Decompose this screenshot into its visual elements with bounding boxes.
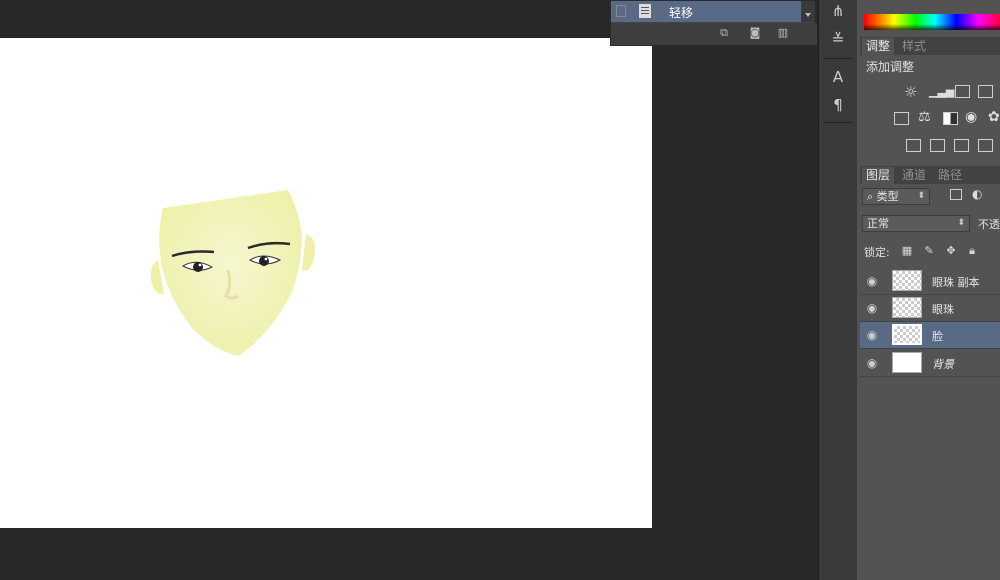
layer-name: 脸: [932, 330, 943, 343]
opacity-label: 不透: [978, 218, 1000, 231]
color-spectrum-ramp[interactable]: [864, 14, 1000, 30]
tab-paths[interactable]: 路径: [934, 167, 966, 184]
layer-filter-kind-select[interactable]: ⌕ 类型 ⬍: [862, 188, 930, 205]
delete-state-icon[interactable]: ▥: [776, 27, 790, 39]
visibility-eye-icon[interactable]: ◉: [865, 356, 879, 370]
levels-icon[interactable]: ▁▃▅: [929, 85, 954, 98]
curves-icon[interactable]: [955, 85, 970, 98]
lock-all-icon[interactable]: 🔒︎: [966, 245, 978, 257]
lock-label: 锁定:: [864, 246, 890, 259]
vibrance-icon[interactable]: [894, 112, 909, 125]
history-footer: ⧉ ◙ ▥: [611, 23, 817, 45]
layers-tabbar: 图层 通道 路径: [860, 166, 1000, 184]
history-item-nudge[interactable]: 轻移: [611, 1, 801, 22]
color-balance-icon[interactable]: ⚖: [918, 109, 931, 125]
brush-settings-icon[interactable]: ≚: [825, 28, 851, 50]
right-pupil: [259, 256, 269, 266]
tab-channels[interactable]: 通道: [898, 167, 930, 184]
photo-filter-icon[interactable]: ◉: [965, 109, 977, 125]
face-illustration: [150, 190, 315, 356]
history-item-label: 轻移: [669, 6, 694, 20]
layer-thumbnail: [892, 297, 922, 318]
layer-thumbnail: [892, 270, 922, 291]
face-shape: [159, 190, 302, 356]
invert-icon[interactable]: [906, 139, 921, 152]
adjustments-tabbar: 调整 样式: [860, 37, 1000, 55]
layer-name: 眼珠: [932, 303, 954, 316]
character-icon[interactable]: A: [825, 66, 851, 88]
right-ear: [302, 234, 315, 271]
brush-presets-icon[interactable]: ⋔: [825, 0, 851, 22]
layer-name: 眼珠 副本: [932, 276, 980, 289]
layer-row[interactable]: ◉ 背景: [860, 350, 1000, 377]
layer-thumbnail: [892, 352, 922, 373]
history-panel: 轻移 ⧉ ◙ ▥: [610, 0, 817, 46]
layer-filter-label: ⌕ 类型: [867, 190, 899, 203]
blend-mode-value: 正常: [867, 217, 889, 230]
lock-image-pixels-icon[interactable]: ✎: [923, 245, 935, 257]
visibility-eye-icon[interactable]: ◉: [865, 301, 879, 315]
paragraph-icon[interactable]: ¶: [825, 94, 851, 116]
tab-styles[interactable]: 样式: [898, 38, 930, 55]
filter-adjustment-layers-icon[interactable]: ◐: [972, 187, 982, 201]
threshold-icon[interactable]: [954, 139, 969, 152]
layer-row-selected[interactable]: ◉ 脸: [860, 322, 1000, 349]
history-scrollbar[interactable]: [801, 1, 815, 22]
layer-row[interactable]: ◉ 眼珠 副本: [860, 268, 1000, 295]
left-pupil: [193, 262, 203, 272]
exposure-icon[interactable]: [978, 85, 993, 98]
filter-pixel-layers-icon[interactable]: [950, 189, 962, 200]
gradient-map-icon[interactable]: [978, 139, 993, 152]
lock-transparent-pixels-icon[interactable]: ▦: [901, 245, 913, 257]
posterize-icon[interactable]: [930, 139, 945, 152]
new-snapshot-icon[interactable]: ◙: [748, 27, 762, 39]
panel-icon-strip: ⋔ ≚ A ¶: [818, 0, 858, 580]
history-brush-source-checkbox[interactable]: [616, 5, 626, 17]
tab-layers[interactable]: 图层: [862, 167, 895, 184]
channel-mixer-icon[interactable]: ✿: [988, 109, 1000, 125]
adjustments-title: 添加调整: [866, 60, 915, 74]
new-document-from-state-icon[interactable]: ⧉: [717, 27, 731, 39]
blend-mode-select[interactable]: 正常 ⬍: [862, 215, 970, 232]
visibility-eye-icon[interactable]: ◉: [865, 274, 879, 288]
brightness-contrast-icon[interactable]: ☼: [904, 83, 917, 101]
layer-thumbnail: [892, 324, 922, 345]
black-white-icon[interactable]: [943, 112, 958, 125]
lock-position-icon[interactable]: ✥: [945, 245, 957, 257]
visibility-eye-icon[interactable]: ◉: [865, 328, 879, 342]
document-canvas[interactable]: [0, 38, 652, 528]
layer-row[interactable]: ◉ 眼珠: [860, 295, 1000, 322]
layer-name: 背景: [932, 358, 954, 371]
history-state-icon: [639, 4, 651, 18]
tab-adjustments[interactable]: 调整: [862, 38, 895, 55]
